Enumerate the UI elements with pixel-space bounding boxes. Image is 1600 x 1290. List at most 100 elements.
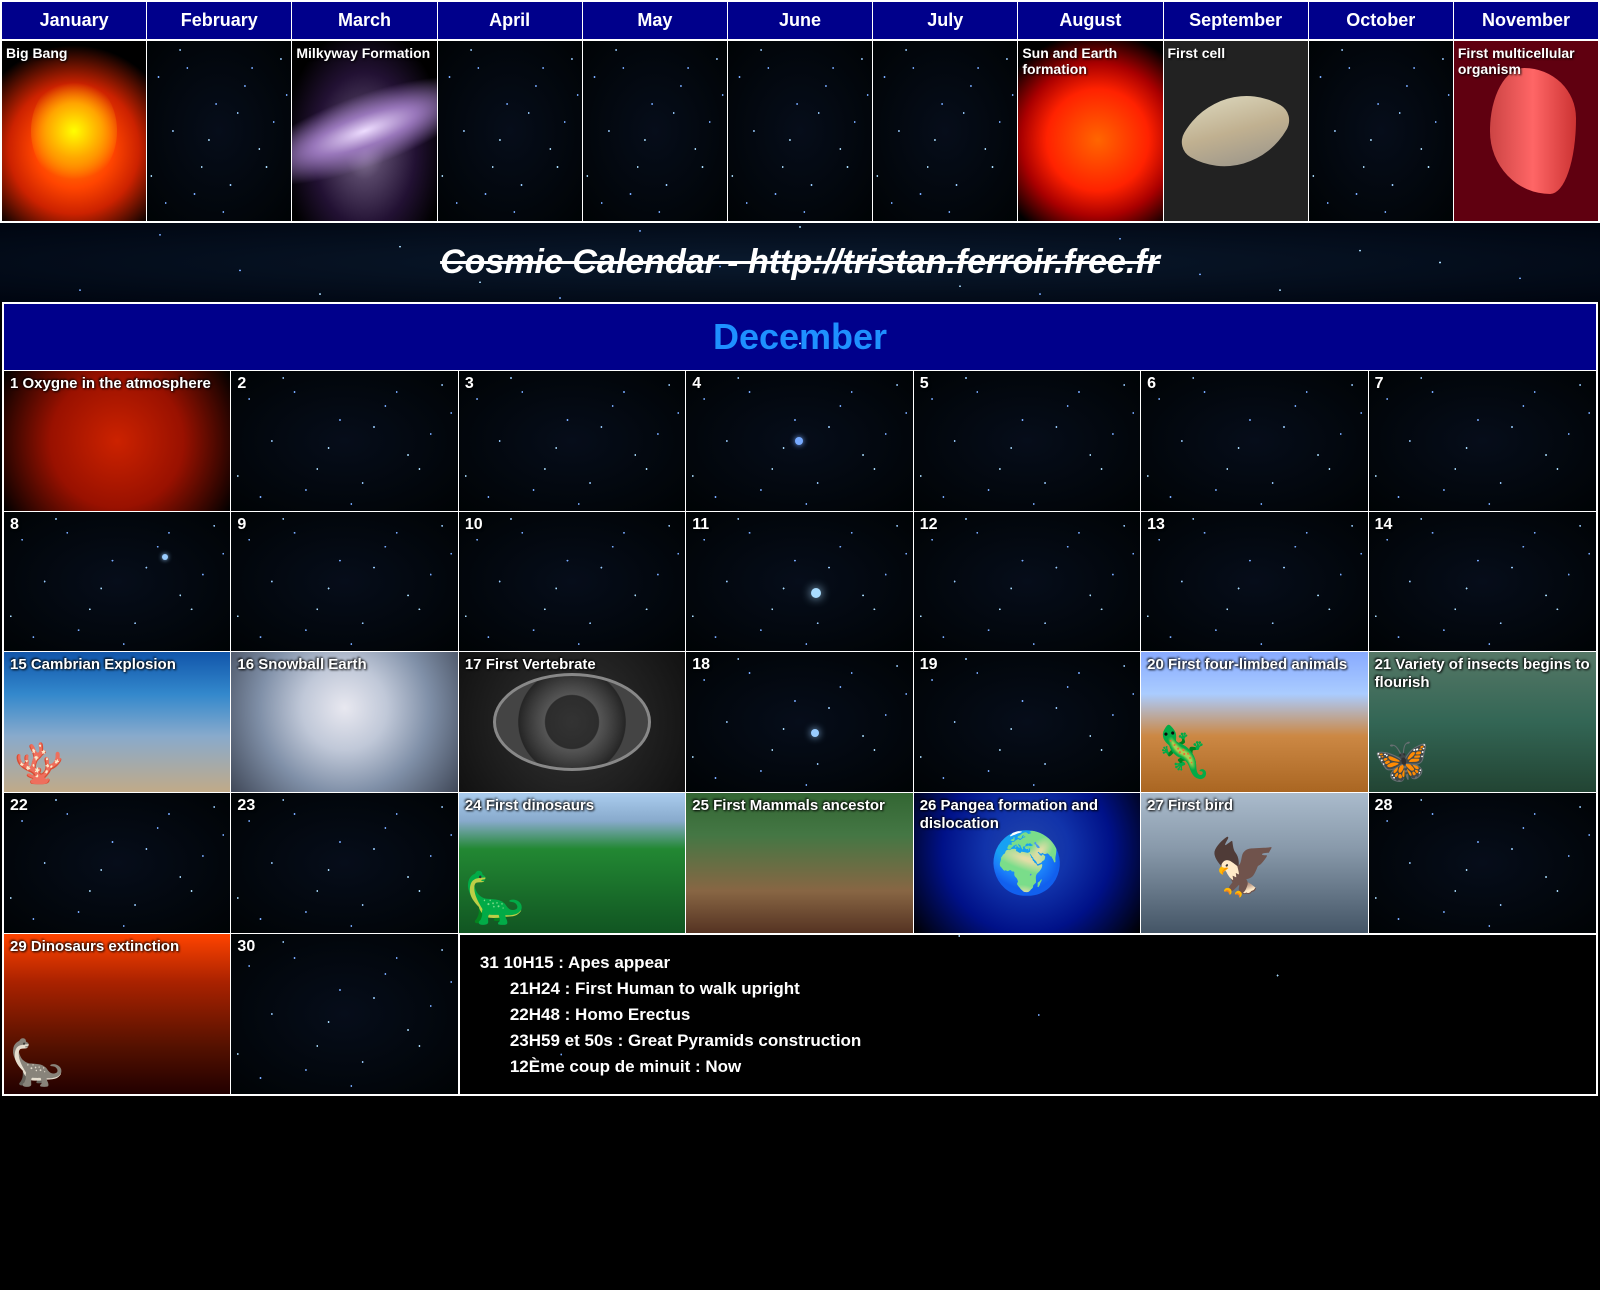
day1-event: 1 Oxygne in the atmosphere xyxy=(10,375,211,393)
cal-day-25: 25 First Mammals ancestor xyxy=(686,793,913,934)
day27-event: 27 First bird xyxy=(1147,797,1233,815)
month-oct: October xyxy=(1309,2,1454,39)
cal-day-1: 1 Oxygne in the atmosphere xyxy=(4,371,231,512)
day5-num: 5 xyxy=(920,375,929,393)
cal-day-3: 3 xyxy=(459,371,686,512)
cal-day-30: 30 xyxy=(231,934,458,1094)
day16-event: 16 Snowball Earth xyxy=(237,656,366,674)
day6-num: 6 xyxy=(1147,375,1156,393)
december-header: December xyxy=(4,304,1596,370)
month-image-jun xyxy=(728,41,873,221)
last-row: 29 Dinosaurs extinction 30 31 10H15 : Ap… xyxy=(4,934,1596,1094)
cal-day-19: 19 xyxy=(914,652,1141,793)
day7-num: 7 xyxy=(1375,375,1384,393)
day13-num: 13 xyxy=(1147,516,1165,534)
jan-event-label: Big Bang xyxy=(6,45,67,61)
day2-num: 2 xyxy=(237,375,246,393)
mar-event-label: Milkyway Formation xyxy=(296,45,430,61)
day8-num: 8 xyxy=(10,516,19,534)
day17-event: 17 First Vertebrate xyxy=(465,656,596,674)
day31-line2: 21H24 : First Human to walk upright xyxy=(480,979,1576,999)
day31-line4: 23H59 et 50s : Great Pyramids constructi… xyxy=(480,1031,1576,1051)
day29-event: 29 Dinosaurs extinction xyxy=(10,938,179,956)
cal-day-6: 6 xyxy=(1141,371,1368,512)
sep-event-label: First cell xyxy=(1168,45,1226,61)
december-header-text: December xyxy=(713,316,887,357)
cal-day-2: 2 xyxy=(231,371,458,512)
day11-num: 11 xyxy=(692,516,709,534)
day15-event: 15 Cambrian Explosion xyxy=(10,656,176,674)
cal-day-28: 28 xyxy=(1369,793,1596,934)
month-nov: November xyxy=(1454,2,1598,39)
month-image-sep: First cell xyxy=(1164,41,1309,221)
day9-num: 9 xyxy=(237,516,246,534)
month-image-oct xyxy=(1309,41,1454,221)
cosmic-title-text: Cosmic Calendar - http://tristan.ferroir… xyxy=(440,243,1160,281)
day31-line5: 12Ème coup de minuit : Now xyxy=(480,1057,1576,1077)
cal-day-15: 15 Cambrian Explosion xyxy=(4,652,231,793)
month-feb: February xyxy=(147,2,292,39)
cal-day-22: 22 xyxy=(4,793,231,934)
month-image-aug: Sun and Earth formation xyxy=(1018,41,1163,221)
month-image-may xyxy=(583,41,728,221)
day25-event: 25 First Mammals ancestor xyxy=(692,797,885,815)
calendar-grid: 1 Oxygne in the atmosphere 2 3 4 5 6 7 xyxy=(4,370,1596,934)
month-image-feb xyxy=(147,41,292,221)
day12-num: 12 xyxy=(920,516,938,534)
day23-num: 23 xyxy=(237,797,255,815)
cal-day-8: 8 xyxy=(4,512,231,652)
nov-event-label: First multicellular organism xyxy=(1458,45,1598,77)
day19-num: 19 xyxy=(920,656,938,674)
month-image-apr xyxy=(438,41,583,221)
month-image-nov: First multicellular organism xyxy=(1454,41,1598,221)
month-jun: June xyxy=(728,2,873,39)
month-image-jan: Big Bang xyxy=(2,41,147,221)
cal-day-5: 5 xyxy=(914,371,1141,512)
cosmic-title: Cosmic Calendar - http://tristan.ferroir… xyxy=(0,223,1600,302)
december-calendar: December 1 Oxygne in the atmosphere 2 3 … xyxy=(2,302,1598,1096)
month-may: May xyxy=(583,2,728,39)
cal-day-16: 16 Snowball Earth xyxy=(231,652,458,793)
day4-num: 4 xyxy=(692,375,701,393)
month-apr: April xyxy=(438,2,583,39)
months-images-row: Big Bang Milkyway Formation Sun and Eart… xyxy=(0,41,1600,223)
day3-num: 3 xyxy=(465,375,474,393)
cal-day-12: 12 xyxy=(914,512,1141,652)
cal-day-7: 7 xyxy=(1369,371,1596,512)
day26-event: 26 Pangea formation and dislocation xyxy=(920,797,1140,833)
cal-day-4: 4 xyxy=(686,371,913,512)
cal-day-14: 14 xyxy=(1369,512,1596,652)
cal-day-24: 24 First dinosaurs xyxy=(459,793,686,934)
cal-day-9: 9 xyxy=(231,512,458,652)
cal-day-31: 31 10H15 : Apes appear 21H24 : First Hum… xyxy=(459,934,1596,1094)
day31-line1: 31 10H15 : Apes appear xyxy=(480,953,1576,973)
cal-day-13: 13 xyxy=(1141,512,1368,652)
day10-num: 10 xyxy=(465,516,483,534)
cal-day-10: 10 xyxy=(459,512,686,652)
month-aug: August xyxy=(1018,2,1163,39)
cal-day-27: 27 First bird xyxy=(1141,793,1368,934)
day18-num: 18 xyxy=(692,656,710,674)
day30-num: 30 xyxy=(237,938,255,956)
day24-event: 24 First dinosaurs xyxy=(465,797,594,815)
day31-line3: 22H48 : Homo Erectus xyxy=(480,1005,1576,1025)
month-mar: March xyxy=(292,2,437,39)
cal-day-21: 21 Variety of insects begins to flourish xyxy=(1369,652,1596,793)
day14-num: 14 xyxy=(1375,516,1393,534)
month-sep: September xyxy=(1164,2,1309,39)
day22-num: 22 xyxy=(10,797,28,815)
month-jul: July xyxy=(873,2,1018,39)
month-jan: January xyxy=(2,2,147,39)
cal-day-26: 26 Pangea formation and dislocation xyxy=(914,793,1141,934)
month-image-jul xyxy=(873,41,1018,221)
months-header-bar: January February March April May June Ju… xyxy=(0,0,1600,41)
aug-event-label: Sun and Earth formation xyxy=(1022,45,1162,77)
cal-day-23: 23 xyxy=(231,793,458,934)
day28-num: 28 xyxy=(1375,797,1393,815)
cal-day-20: 20 First four-limbed animals xyxy=(1141,652,1368,793)
cal-day-18: 18 xyxy=(686,652,913,793)
cal-day-29: 29 Dinosaurs extinction xyxy=(4,934,231,1094)
cal-day-11: 11 xyxy=(686,512,913,652)
month-image-mar: Milkyway Formation xyxy=(292,41,437,221)
cal-day-17: 17 First Vertebrate xyxy=(459,652,686,793)
